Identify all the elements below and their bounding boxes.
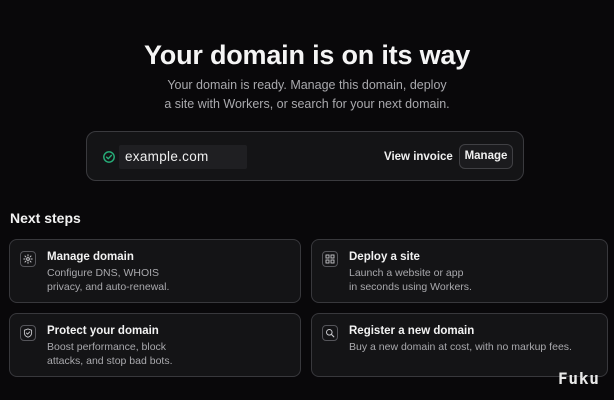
page-title: Your domain is on its way: [143, 40, 471, 70]
check-circle-icon: [103, 151, 115, 163]
card-title: Protect your domain: [47, 325, 159, 337]
card-desc-line: privacy, and auto-renewal.: [47, 281, 170, 293]
card-description: Buy a new domain at cost, with no markup…: [349, 340, 572, 354]
card-description: Launch a website or app in seconds using…: [349, 266, 472, 294]
domain-confirmation-page: Your domain is on its way Your domain is…: [0, 0, 614, 400]
protect-domain-card[interactable]: Protect your domain Boost performance, b…: [9, 313, 301, 377]
subtitle-line-2: a site with Workers, or search for your …: [164, 97, 450, 111]
deploy-site-card[interactable]: Deploy a site Launch a website or app in…: [311, 239, 608, 303]
card-description: Configure DNS, WHOIS privacy, and auto-r…: [47, 266, 169, 294]
manage-button[interactable]: Manage: [459, 144, 513, 169]
card-description: Boost performance, block attacks, and st…: [47, 340, 173, 368]
card-title: Register a new domain: [349, 325, 475, 337]
card-title: Manage domain: [47, 251, 134, 263]
card-desc-line: Launch a website or app: [349, 267, 464, 279]
subtitle-line-1: Your domain is ready. Manage this domain…: [167, 78, 447, 92]
card-desc-line: Configure DNS, WHOIS: [47, 267, 160, 279]
next-steps-heading: Next steps: [10, 210, 81, 226]
card-desc-line: in seconds using Workers.: [349, 281, 472, 293]
search-icon: [322, 325, 338, 341]
manage-domain-card[interactable]: Manage domain Configure DNS, WHOIS priva…: [9, 239, 301, 303]
card-title: Deploy a site: [349, 251, 420, 263]
register-domain-card[interactable]: Register a new domain Buy a new domain a…: [311, 313, 608, 377]
page-subtitle: Your domain is ready. Manage this domain…: [0, 76, 614, 114]
view-invoice-link[interactable]: View invoice: [384, 145, 453, 169]
card-desc-line: Buy a new domain at cost, with no markup…: [349, 341, 572, 353]
card-desc-line: attacks, and stop bad bots.: [47, 355, 173, 367]
grid-icon: [322, 251, 338, 267]
domain-name: example.com: [119, 145, 247, 169]
shield-icon: [20, 325, 36, 341]
watermark-logo: Fuku: [558, 369, 600, 388]
card-desc-line: Boost performance, block: [47, 341, 167, 353]
gear-icon: [20, 251, 36, 267]
